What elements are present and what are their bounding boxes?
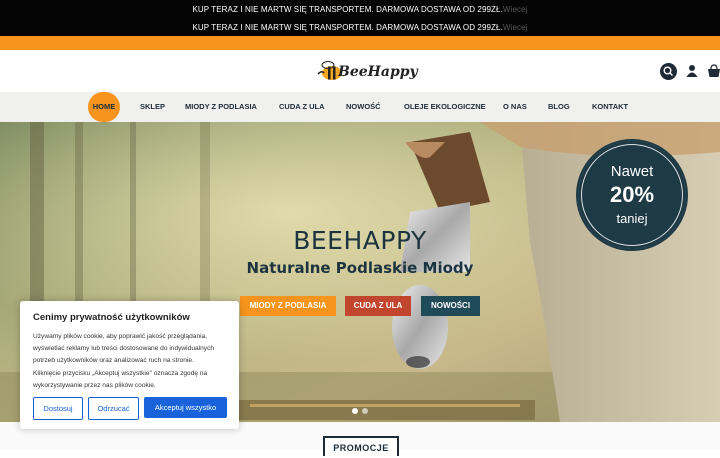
announcement-text: KUP TERAZ I NIE MARTW SIĘ TRANSPORTEM. D… <box>192 23 503 32</box>
announcement-more-link[interactable]: Wiecej <box>503 5 528 14</box>
announcement-line: KUP TERAZ I NIE MARTW SIĘ TRANSPORTEM. D… <box>0 5 720 14</box>
search-icon[interactable] <box>660 63 677 80</box>
cookie-text-line: potrzeb użytkowników oraz analizować ruc… <box>33 357 194 365</box>
nav-item-o-nas[interactable]: O NAS <box>503 92 527 122</box>
badge-line1: Nawet <box>610 163 654 180</box>
hero-subtitle: Naturalne Podlaskie Miody <box>246 259 474 277</box>
nav-item-oleje-ekologiczne[interactable]: OLEJE EKOLOGICZNE <box>404 92 486 122</box>
nav-item-nowosc[interactable]: NOWOŚĆ <box>346 92 381 122</box>
nav-item-miody-z-podlasia[interactable]: MIODY Z PODLASIA <box>185 92 257 122</box>
accent-strip <box>0 36 720 50</box>
cookie-text-line: wykorzystywanie przez nas plików cookie. <box>33 381 156 389</box>
nav-item-sklep[interactable]: SKLEP <box>140 92 165 122</box>
site-header: BeeHappy <box>0 50 720 92</box>
promo-heading: PROMOCJE <box>323 436 399 456</box>
cookie-consent-banner: Cenimy prywatność użytkowników Używamy p… <box>20 301 239 429</box>
cart-icon[interactable] <box>707 64 720 78</box>
announcement-more-link[interactable]: Wiecej <box>503 23 528 32</box>
logo-text: BeeHappy <box>338 64 418 80</box>
announcement-bar: KUP TERAZ I NIE MARTW SIĘ TRANSPORTEM. D… <box>0 0 720 36</box>
announcement-text: KUP TERAZ I NIE MARTW SIĘ TRANSPORTEM. D… <box>192 5 503 14</box>
cookie-text-line: Kliknięcie przycisku „Akceptuj wszystkie… <box>33 369 208 377</box>
main-nav: HOME SKLEP MIODY Z PODLASIA CUDA Z ULA N… <box>0 92 720 123</box>
user-icon[interactable] <box>686 64 698 78</box>
nav-item-blog[interactable]: BLOG <box>548 92 570 122</box>
site-logo[interactable]: BeeHappy <box>316 58 418 86</box>
cookie-text-line: wyświetlać reklamy lub treści dostosowan… <box>33 345 215 353</box>
hero-button-nowosci[interactable]: NOWOŚCI <box>421 296 480 316</box>
cookie-accept-button[interactable]: Akceptuj wszystko <box>144 397 227 418</box>
slider-dot[interactable] <box>362 408 368 414</box>
cookie-text: Używamy plików cookie, aby poprawić jako… <box>33 331 233 392</box>
announcement-line: KUP TERAZ I NIE MARTW SIĘ TRANSPORTEM. D… <box>0 23 720 32</box>
cookie-reject-button[interactable]: Odrzucać <box>88 397 139 420</box>
nav-item-cuda-z-ula[interactable]: CUDA Z ULA <box>279 92 325 122</box>
cookie-text-line: Używamy plików cookie, aby poprawić jako… <box>33 333 208 340</box>
cookie-title: Cenimy prywatność użytkowników <box>33 312 190 323</box>
hero-button-miody[interactable]: MIODY Z PODLASIA <box>240 296 336 316</box>
slider-dot[interactable] <box>352 408 358 414</box>
nav-item-kontakt[interactable]: KONTAKT <box>592 92 628 122</box>
discount-badge: Nawet 20% taniej <box>576 139 688 251</box>
badge-line3: taniej <box>616 211 648 226</box>
nav-item-home[interactable]: HOME <box>88 92 120 122</box>
cookie-customize-button[interactable]: Dostosuj <box>33 397 83 420</box>
badge-percent: 20% <box>609 182 655 207</box>
hero-button-cuda[interactable]: CUDA Z ULA <box>345 296 411 316</box>
